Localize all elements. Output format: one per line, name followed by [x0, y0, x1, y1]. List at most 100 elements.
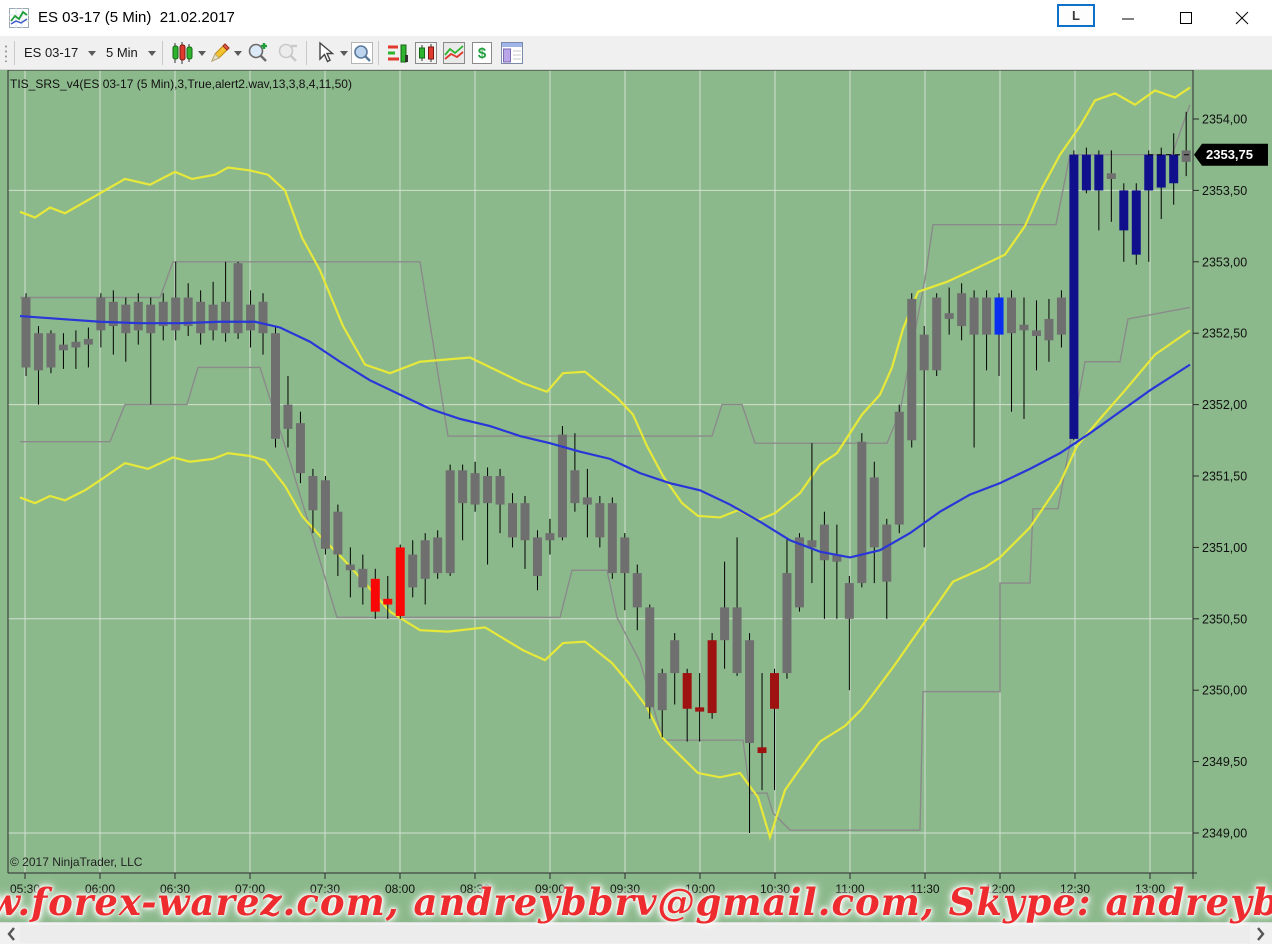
chevron-down-icon[interactable]: [148, 51, 156, 56]
candle-body: [1144, 155, 1153, 191]
candle-body: [34, 333, 43, 370]
price-axis[interactable]: 2354,00 2353,50 2353,00 2352,50 2352,00 2351,…: [1193, 113, 1247, 841]
price-axis-label: 2353,50: [1202, 184, 1247, 198]
candle-body: [1182, 150, 1191, 161]
price-axis-label: 2350,00: [1202, 684, 1247, 698]
candle-body: [1107, 173, 1116, 179]
maximize-button[interactable]: [1176, 8, 1196, 28]
candle-body: [695, 707, 704, 711]
candle-body: [920, 335, 929, 371]
candle-body: [383, 599, 392, 605]
toolbar-separator: [306, 41, 307, 65]
candle-body: [271, 333, 280, 439]
price-axis-label: 2352,00: [1202, 398, 1247, 412]
candle-body: [1007, 298, 1016, 334]
title-bar[interactable]: ES 03-17 (5 Min) 21.02.2017 L: [0, 0, 1272, 37]
candle-body: [857, 442, 866, 583]
candle-body: [308, 476, 317, 510]
candle-body: [608, 503, 617, 573]
candle-body: [633, 573, 642, 607]
dollar-glyph: $: [478, 45, 487, 62]
lower-band-line: [20, 330, 1190, 837]
price-axis-label: 2350,50: [1202, 612, 1247, 626]
toolbar: ES 03-17 5 Min: [0, 36, 1272, 70]
candle-body: [733, 607, 742, 673]
price-axis-label: 2349,50: [1202, 755, 1247, 769]
zoom-in-icon[interactable]: [246, 41, 270, 65]
candle-body: [1169, 155, 1178, 184]
market-depth-icon[interactable]: [386, 41, 410, 65]
candle-body: [907, 299, 916, 440]
data-box-icon[interactable]: [350, 41, 374, 65]
interval-selector[interactable]: 5 Min: [106, 45, 138, 60]
toolbar-grip[interactable]: [4, 44, 8, 62]
candle-body: [1082, 155, 1091, 191]
instrument-selector[interactable]: ES 03-17: [24, 45, 78, 60]
link-button[interactable]: L: [1057, 4, 1095, 27]
lower-step-line: [20, 307, 1190, 830]
candle-body: [84, 339, 93, 345]
chart-trader-icon[interactable]: [414, 41, 438, 65]
candle-body: [458, 470, 467, 503]
candle-body: [1044, 319, 1053, 340]
indicator-label: TIS_SRS_v4(ES 03-17 (5 Min),3,True,alert…: [10, 77, 352, 91]
cursor-icon[interactable]: [313, 41, 337, 65]
price-axis-label: 2353,00: [1202, 255, 1247, 269]
candle-body: [770, 673, 779, 709]
candle-body: [782, 573, 791, 673]
candle-body: [820, 525, 829, 561]
candle-body: [508, 503, 517, 537]
candle-body: [683, 673, 692, 709]
drawing-tools-icon[interactable]: [208, 41, 232, 65]
candle-body: [745, 640, 754, 743]
account-data-icon[interactable]: $: [470, 41, 494, 65]
horizontal-scrollbar[interactable]: [0, 922, 1272, 944]
candle-body: [658, 673, 667, 710]
candle-body: [795, 537, 804, 607]
price-marker-label: 2353,75: [1206, 147, 1253, 162]
chart-area[interactable]: 2354,00 2353,50 2353,00 2352,50 2352,00 2351,…: [0, 70, 1272, 922]
indicators-icon[interactable]: [442, 41, 466, 65]
price-axis-label: 2351,50: [1202, 470, 1247, 484]
report-panel-icon[interactable]: [500, 41, 524, 65]
candle-body: [221, 302, 230, 333]
candle-body: [121, 305, 130, 334]
moving-average-line: [20, 316, 1190, 557]
chevron-down-icon[interactable]: [234, 51, 242, 56]
candle-body: [1032, 330, 1041, 336]
chevron-down-icon[interactable]: [198, 51, 206, 56]
chevron-down-icon[interactable]: [340, 51, 348, 56]
toolbar-separator: [14, 41, 15, 65]
candles[interactable]: [22, 112, 1191, 833]
candle-body: [496, 476, 505, 505]
candle-body: [59, 345, 68, 351]
candle-body: [932, 298, 941, 371]
upper-step-line: [20, 105, 1190, 443]
price-chart[interactable]: 2354,00 2353,50 2353,00 2352,50 2352,00 2351,…: [0, 70, 1272, 922]
zoom-out-icon[interactable]: [276, 41, 300, 65]
candle-body: [134, 302, 143, 331]
candle-body: [46, 333, 55, 367]
close-button[interactable]: [1232, 8, 1252, 28]
chevron-down-icon[interactable]: [88, 51, 96, 56]
candle-body: [433, 537, 442, 573]
step-lines: [20, 105, 1190, 830]
window-title: ES 03-17 (5 Min) 21.02.2017: [38, 9, 235, 26]
candle-body: [171, 298, 180, 331]
candle-body: [196, 302, 205, 333]
candle-body: [333, 512, 342, 555]
chart-window-icon: [9, 8, 29, 28]
minimize-button[interactable]: [1118, 8, 1138, 28]
chart-style-icon[interactable]: [170, 41, 194, 65]
candle-body: [870, 477, 879, 547]
price-axis-label: 2354,00: [1202, 113, 1247, 127]
price-axis-label: 2351,00: [1202, 541, 1247, 555]
candle-body: [758, 747, 767, 753]
scrollbar-thumb[interactable]: [20, 925, 1250, 943]
scroll-left-icon[interactable]: [4, 926, 20, 942]
candle-body: [483, 476, 492, 503]
price-axis-label: 2352,50: [1202, 327, 1247, 341]
price-axis-label: 2349,00: [1202, 827, 1247, 841]
scroll-right-icon[interactable]: [1252, 926, 1268, 942]
candle-body: [259, 302, 268, 333]
